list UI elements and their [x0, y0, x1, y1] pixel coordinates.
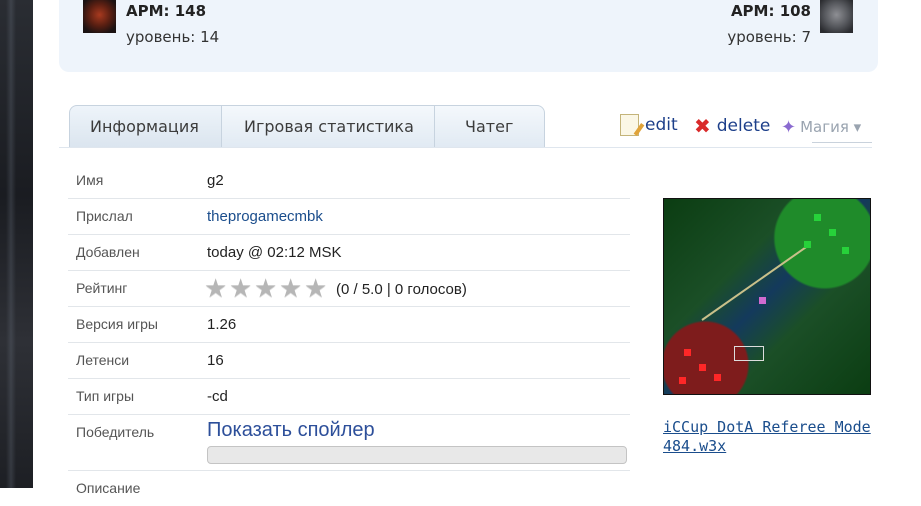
delete-icon: ✖ — [694, 114, 711, 138]
player-right-level: уровень: 7 — [727, 28, 811, 46]
player-left-level: уровень: 14 — [126, 28, 220, 46]
map-unit — [804, 241, 811, 248]
tab-divider — [59, 147, 872, 148]
table-row: Победитель Показать спойлер — [68, 415, 630, 471]
player-left-apm: APM: 148 — [126, 2, 207, 20]
background-edge — [0, 0, 33, 488]
latency-value: 16 — [207, 352, 224, 369]
name-value: g2 — [207, 172, 224, 189]
player-left-avatar[interactable] — [83, 0, 116, 33]
table-row: Имя g2 — [68, 163, 630, 199]
delete-button[interactable]: ✖ delete — [694, 114, 770, 140]
table-row: Описание — [68, 471, 630, 506]
map-file-link[interactable]: iCCup DotA Referee Mode 484.w3x — [663, 418, 883, 456]
edit-button[interactable]: edit — [620, 114, 678, 140]
tab-bar: Информация Игровая статистика Чатег — [69, 105, 545, 148]
rating-stars: ★ ★ ★ ★ ★ — [204, 276, 329, 302]
table-row: Прислал theprogamecmbk — [68, 199, 630, 235]
map-unit — [679, 377, 686, 384]
added-label: Добавлен — [76, 244, 140, 260]
delete-label: delete — [716, 116, 771, 136]
uploader-label: Прислал — [76, 208, 133, 224]
table-row: Версия игры 1.26 — [68, 307, 630, 343]
description-label: Описание — [76, 480, 141, 496]
map-unit — [714, 374, 721, 381]
game-type-value: -cd — [207, 388, 228, 405]
star-icon[interactable]: ★ — [204, 276, 229, 302]
player-right-apm: APM: 108 — [730, 2, 811, 20]
magic-wand-icon: ✦ — [781, 117, 797, 138]
magic-underline — [812, 142, 872, 143]
map-unit — [684, 349, 691, 356]
table-row: Тип игры -cd — [68, 379, 630, 415]
tab-info[interactable]: Информация — [69, 105, 221, 148]
edit-icon — [620, 114, 639, 136]
table-row: Добавлен today @ 02:12 MSK — [68, 235, 630, 271]
map-unit — [759, 297, 766, 304]
star-icon[interactable]: ★ — [229, 276, 254, 302]
details-table: Имя g2 Прислал theprogamecmbk Добавлен t… — [68, 163, 630, 506]
show-spoiler-button[interactable]: Показать спойлер — [207, 419, 375, 442]
tab-game-stats[interactable]: Игровая статистика — [221, 105, 434, 148]
magic-dropdown[interactable]: ✦ Магия ▾ — [781, 117, 861, 143]
magic-label: Магия ▾ — [800, 118, 862, 136]
winner-label: Победитель — [76, 424, 155, 440]
added-value: today @ 02:12 MSK — [207, 244, 342, 261]
map-unit — [814, 214, 821, 221]
player-right-avatar[interactable] — [820, 0, 853, 33]
latency-label: Летенси — [76, 352, 130, 368]
rating-label: Рейтинг — [76, 280, 128, 296]
map-thumbnail[interactable] — [663, 198, 871, 395]
spoiler-box[interactable] — [207, 446, 627, 464]
uploader-link[interactable]: theprogamecmbk — [207, 208, 323, 225]
version-label: Версия игры — [76, 316, 158, 332]
name-label: Имя — [76, 172, 104, 188]
tab-chat[interactable]: Чатег — [434, 105, 545, 148]
map-unit — [842, 247, 849, 254]
star-icon[interactable]: ★ — [254, 276, 279, 302]
rating-value: (0 / 5.0 | 0 голосов) — [336, 281, 467, 298]
star-icon[interactable]: ★ — [279, 276, 304, 302]
table-row: Летенси 16 — [68, 343, 630, 379]
map-lane — [701, 244, 810, 321]
version-value: 1.26 — [207, 316, 237, 333]
map-unit — [699, 364, 706, 371]
map-camera-frame — [734, 346, 764, 361]
map-unit — [829, 229, 836, 236]
table-row: Рейтинг ★ ★ ★ ★ ★ (0 / 5.0 | 0 голосов) — [68, 271, 630, 307]
game-type-label: Тип игры — [76, 388, 135, 404]
players-panel: APM: 148 уровень: 14 APM: 108 уровень: 7 — [59, 0, 878, 72]
star-icon[interactable]: ★ — [304, 276, 329, 302]
edit-label: edit — [645, 115, 678, 135]
